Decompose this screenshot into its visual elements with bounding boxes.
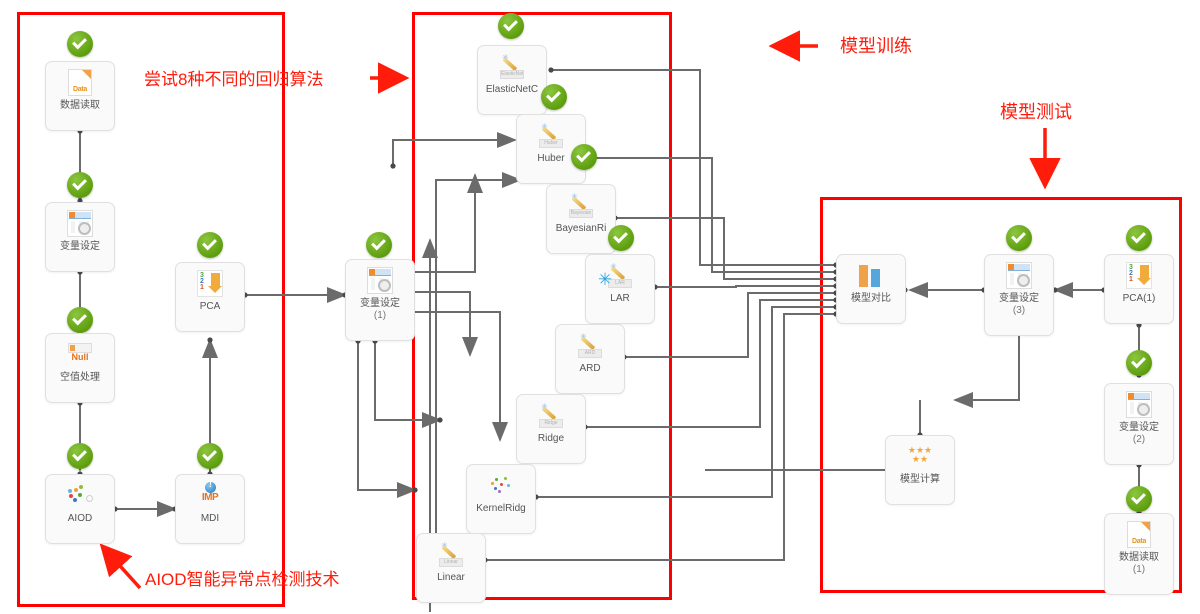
node-label: KernelRidg — [476, 503, 526, 514]
status-badge-ok — [67, 307, 93, 333]
status-badge-ok — [541, 84, 567, 110]
node-data-read[interactable]: 数据读取 — [45, 61, 115, 131]
node-label: 空值处理 — [60, 372, 100, 383]
node-label: 变量设定 — [999, 293, 1039, 304]
node-label: ARD — [579, 363, 601, 374]
barchart-icon — [858, 262, 884, 288]
wand-icon: ✳Linear — [438, 541, 464, 567]
annotation-training-label: 模型训练 — [840, 36, 912, 56]
node-null-handling[interactable]: Null 空值处理 — [45, 333, 115, 403]
node-aiod[interactable]: AIOD — [45, 474, 115, 544]
node-ridge[interactable]: ✳Ridge Ridge — [516, 394, 586, 464]
wand-icon: ✳Bayesian — [568, 192, 594, 218]
outlier-icon — [67, 482, 93, 508]
node-label: BayesianRi — [555, 223, 607, 234]
node-label: 数据读取 — [60, 100, 100, 111]
loading-spinner-icon: ✳ — [597, 270, 613, 289]
status-badge-ok — [366, 232, 392, 258]
node-pca-1[interactable]: 321 PCA(1) — [1104, 254, 1174, 324]
status-badge-ok — [197, 443, 223, 469]
status-badge-ok — [571, 144, 597, 170]
status-badge-ok — [608, 225, 634, 251]
scatter-icon — [488, 472, 514, 498]
variable-icon — [367, 266, 393, 294]
annotation-try8-label: 尝试8种不同的回归算法 — [144, 70, 324, 89]
node-lar[interactable]: ✳LAR ✳ LAR — [585, 254, 655, 324]
node-linear[interactable]: ✳Linear Linear — [416, 533, 486, 603]
node-elasticnetcv[interactable]: ✳ElasticNet ElasticNetC — [477, 45, 547, 115]
status-badge-ok — [1126, 225, 1152, 251]
workflow-canvas[interactable]: 尝试8种不同的回归算法 模型训练 模型测试 AIOD智能异常点检测技术 数据读取… — [0, 0, 1200, 614]
null-icon: Null — [67, 341, 93, 367]
status-badge-ok — [67, 443, 93, 469]
node-label: 变量设定 — [60, 241, 100, 252]
node-label: AIOD — [67, 513, 93, 524]
node-mdi[interactable]: IMP MDI — [175, 474, 245, 544]
node-label: Linear — [437, 572, 465, 583]
data-icon — [1126, 520, 1152, 548]
node-label: ElasticNetC — [485, 84, 539, 95]
node-sublabel: (3) — [1012, 304, 1026, 316]
pca-icon: 321 — [1126, 261, 1152, 289]
node-label: 数据读取 — [1119, 552, 1159, 563]
pca-icon: 321 — [197, 269, 223, 297]
node-data-read-1[interactable]: 数据读取 (1) — [1104, 513, 1174, 595]
node-model-comparison[interactable]: 模型对比 — [836, 254, 906, 324]
wand-icon: ✳Ridge — [538, 402, 564, 428]
node-label: 变量设定 — [360, 298, 400, 309]
node-kernelridge[interactable]: KernelRidg — [466, 464, 536, 534]
node-ard[interactable]: ✳ARD ARD — [555, 324, 625, 394]
node-pca[interactable]: 321 PCA — [175, 262, 245, 332]
variable-icon — [1126, 390, 1152, 418]
node-label: MDI — [200, 513, 220, 524]
node-label: LAR — [610, 293, 630, 304]
node-label: Ridge — [537, 433, 565, 444]
node-label: PCA(1) — [1122, 293, 1156, 304]
status-badge-ok — [67, 31, 93, 57]
status-badge-ok — [67, 172, 93, 198]
stars-icon: ★★★ ★★ — [907, 445, 933, 464]
data-icon — [67, 68, 93, 96]
variable-icon — [1006, 261, 1032, 289]
status-badge-ok — [197, 232, 223, 258]
node-variable-setting-3[interactable]: 变量设定 (3) — [984, 254, 1054, 336]
wand-icon: ✳ElasticNet — [499, 53, 525, 79]
node-model-calculation[interactable]: ★★★ ★★ 模型计算 — [885, 435, 955, 505]
node-sublabel: (1) — [373, 309, 387, 321]
node-label: 模型对比 — [851, 293, 891, 304]
node-label: 模型计算 — [900, 474, 940, 485]
annotation-testing-label: 模型测试 — [1000, 102, 1072, 122]
node-sublabel: (2) — [1132, 433, 1146, 445]
node-variable-setting-1[interactable]: 变量设定 (1) — [345, 259, 415, 341]
node-bayesianridge[interactable]: ✳Bayesian BayesianRi — [546, 184, 616, 254]
wand-icon: ✳Huber — [538, 122, 564, 148]
node-variable-setting-2[interactable]: 变量设定 (2) — [1104, 383, 1174, 465]
wand-icon: ✳LAR ✳ — [598, 262, 633, 289]
node-sublabel: (1) — [1132, 563, 1146, 575]
wand-icon: ✳ARD — [577, 332, 603, 358]
status-badge-ok — [1006, 225, 1032, 251]
node-label: PCA — [199, 301, 221, 312]
imp-icon: IMP — [197, 481, 223, 508]
status-badge-ok — [1126, 486, 1152, 512]
annotation-aiod-label: AIOD智能异常点检测技术 — [145, 570, 340, 589]
status-badge-ok — [1126, 350, 1152, 376]
status-badge-ok — [498, 13, 524, 39]
node-label: Huber — [537, 153, 565, 164]
node-label: 变量设定 — [1119, 422, 1159, 433]
node-variable-setting[interactable]: 变量设定 — [45, 202, 115, 272]
variable-icon — [67, 209, 93, 237]
